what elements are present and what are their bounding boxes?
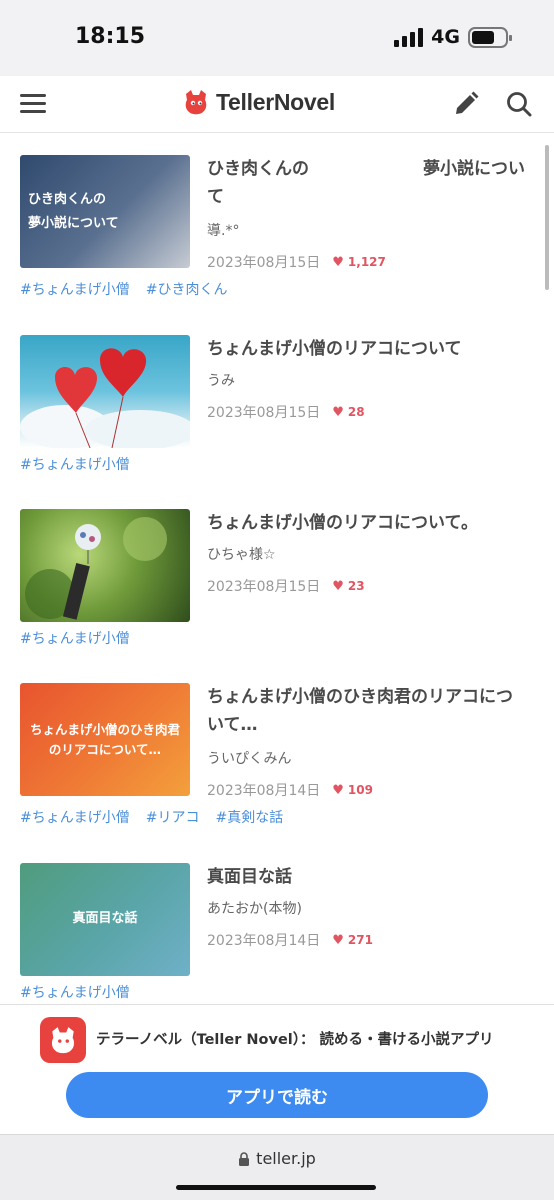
item-title[interactable]: ひき肉くんの 夢小説につい て <box>207 155 537 211</box>
heart-icon: ♥ <box>332 782 344 798</box>
status-bar: 18:15 4G <box>0 0 554 76</box>
novel-list: ひき肉くんの 夢小説について ひき肉くんの 夢小説につい て 導.*° 2023… <box>0 133 554 1004</box>
tag[interactable]: #ちょんまげ小僧 <box>20 279 130 299</box>
like-count: 1,127 <box>347 255 386 269</box>
item-author[interactable]: ひちゃ様☆ <box>207 544 276 564</box>
heart-icon: ♥ <box>332 932 344 948</box>
item-date: 2023年08月15日 <box>207 405 321 421</box>
status-indicators: 4G <box>394 26 512 48</box>
item-date: 2023年08月14日 <box>207 933 321 949</box>
thumbnail[interactable]: ひき肉くんの 夢小説について <box>20 155 190 268</box>
list-item[interactable]: 真面目な話 真面目な話 あたおか(本物) 2023年08月14日 ♥ 271 #… <box>20 863 540 1003</box>
menu-icon[interactable] <box>20 94 46 114</box>
heart-icon: ♥ <box>332 254 344 270</box>
app-icon[interactable] <box>40 1017 86 1063</box>
thumbnail-text: ひき肉くんの 夢小説について <box>28 192 119 231</box>
item-meta: 2023年08月15日 ♥ 28 <box>207 402 365 422</box>
tag[interactable]: #ちょんまげ小僧 <box>20 982 130 1002</box>
scrollbar[interactable] <box>545 145 549 290</box>
logo-text: TellerNovel <box>216 88 335 115</box>
heart-icon: ♥ <box>332 404 344 420</box>
item-title[interactable]: ちょんまげ小僧のリアコについて。 <box>207 509 478 537</box>
tag[interactable]: #ちょんまげ小僧 <box>20 807 130 827</box>
logo-mascot-icon <box>51 1027 75 1054</box>
item-meta: 2023年08月14日 ♥ 109 <box>207 780 373 800</box>
like-count: 23 <box>347 579 365 593</box>
tag[interactable]: #ちょんまげ小僧 <box>20 628 130 648</box>
item-meta: 2023年08月15日 ♥ 23 <box>207 576 365 596</box>
lock-icon <box>239 1151 250 1166</box>
thumbnail[interactable] <box>20 509 190 622</box>
item-title[interactable]: 真面目な話 <box>207 863 292 891</box>
thumbnail-text: 真面目な話 <box>72 911 138 927</box>
item-meta: 2023年08月15日 ♥ 1,127 <box>207 252 386 272</box>
tag-list: #ちょんまげ小僧 <box>20 628 130 648</box>
like-count: 271 <box>347 933 373 947</box>
tag[interactable]: #リアコ <box>146 807 200 827</box>
tag-list: #ちょんまげ小僧 #ひき肉くん <box>20 279 227 299</box>
list-item[interactable]: ちょんまげ小僧のリアコについて うみ 2023年08月15日 ♥ 28 #ちょん… <box>20 335 540 475</box>
item-title[interactable]: ちょんまげ小僧のリアコについて <box>207 335 462 363</box>
list-item[interactable]: ひき肉くんの 夢小説について ひき肉くんの 夢小説につい て 導.*° 2023… <box>20 155 540 305</box>
tag-list: #ちょんまげ小僧 #リアコ #真剣な話 <box>20 807 283 827</box>
thumbnail[interactable]: 真面目な話 <box>20 863 190 976</box>
heart-icon: ♥ <box>332 578 344 594</box>
status-time: 18:15 <box>75 24 146 49</box>
tag[interactable]: #真剣な話 <box>215 807 283 827</box>
logo[interactable]: TellerNovel <box>182 88 335 116</box>
app-name: テラーノベル（Teller Novel）： 読める・書ける小説アプリ <box>96 1032 494 1048</box>
logo-mascot-icon <box>185 90 207 115</box>
search-icon[interactable] <box>505 90 533 118</box>
url-display[interactable]: teller.jp <box>0 1149 554 1168</box>
item-date: 2023年08月15日 <box>207 579 321 595</box>
item-title[interactable]: ちょんまげ小僧のひき肉君のリアコにつ いて… <box>207 683 547 739</box>
tag[interactable]: #ちょんまげ小僧 <box>20 454 130 474</box>
tag[interactable]: #ひき肉くん <box>146 279 228 299</box>
list-item[interactable]: ちょんまげ小僧のリアコについて。 ひちゃ様☆ 2023年08月15日 ♥ 23 … <box>20 509 540 649</box>
item-author[interactable]: うみ <box>207 370 235 390</box>
network-type: 4G <box>431 26 460 48</box>
open-app-button[interactable]: アプリで読む <box>66 1072 488 1118</box>
tag-list: #ちょんまげ小僧 <box>20 454 130 474</box>
thumbnail-text: ちょんまげ小僧のひき肉君 のリアコについて… <box>29 721 180 757</box>
item-date: 2023年08月14日 <box>207 783 321 799</box>
like-count: 28 <box>347 405 365 419</box>
edit-icon[interactable] <box>452 90 480 118</box>
item-date: 2023年08月15日 <box>207 255 321 271</box>
item-author[interactable]: 導.*° <box>207 220 239 240</box>
url-text: teller.jp <box>256 1149 316 1168</box>
app-header: TellerNovel <box>0 76 554 133</box>
like-count: 109 <box>347 783 373 797</box>
app-banner: テラーノベル（Teller Novel）： 読める・書ける小説アプリ アプリで読… <box>0 1004 554 1134</box>
item-meta: 2023年08月14日 ♥ 271 <box>207 930 373 950</box>
home-indicator[interactable] <box>176 1185 376 1190</box>
thumbnail[interactable] <box>20 335 190 448</box>
wind-chime-image <box>25 517 167 620</box>
battery-icon <box>468 26 512 48</box>
thumbnail[interactable]: ちょんまげ小僧のひき肉君 のリアコについて… <box>20 683 190 796</box>
signal-icon <box>394 27 424 47</box>
tag-list: #ちょんまげ小僧 <box>20 982 130 1002</box>
list-item[interactable]: ちょんまげ小僧のひき肉君 のリアコについて… ちょんまげ小僧のひき肉君のリアコに… <box>20 683 540 833</box>
browser-url-bar: teller.jp <box>0 1134 554 1200</box>
item-author[interactable]: ういぴくみん <box>207 748 292 768</box>
heart-balloons-image <box>20 348 190 448</box>
item-author[interactable]: あたおか(本物) <box>207 898 302 918</box>
